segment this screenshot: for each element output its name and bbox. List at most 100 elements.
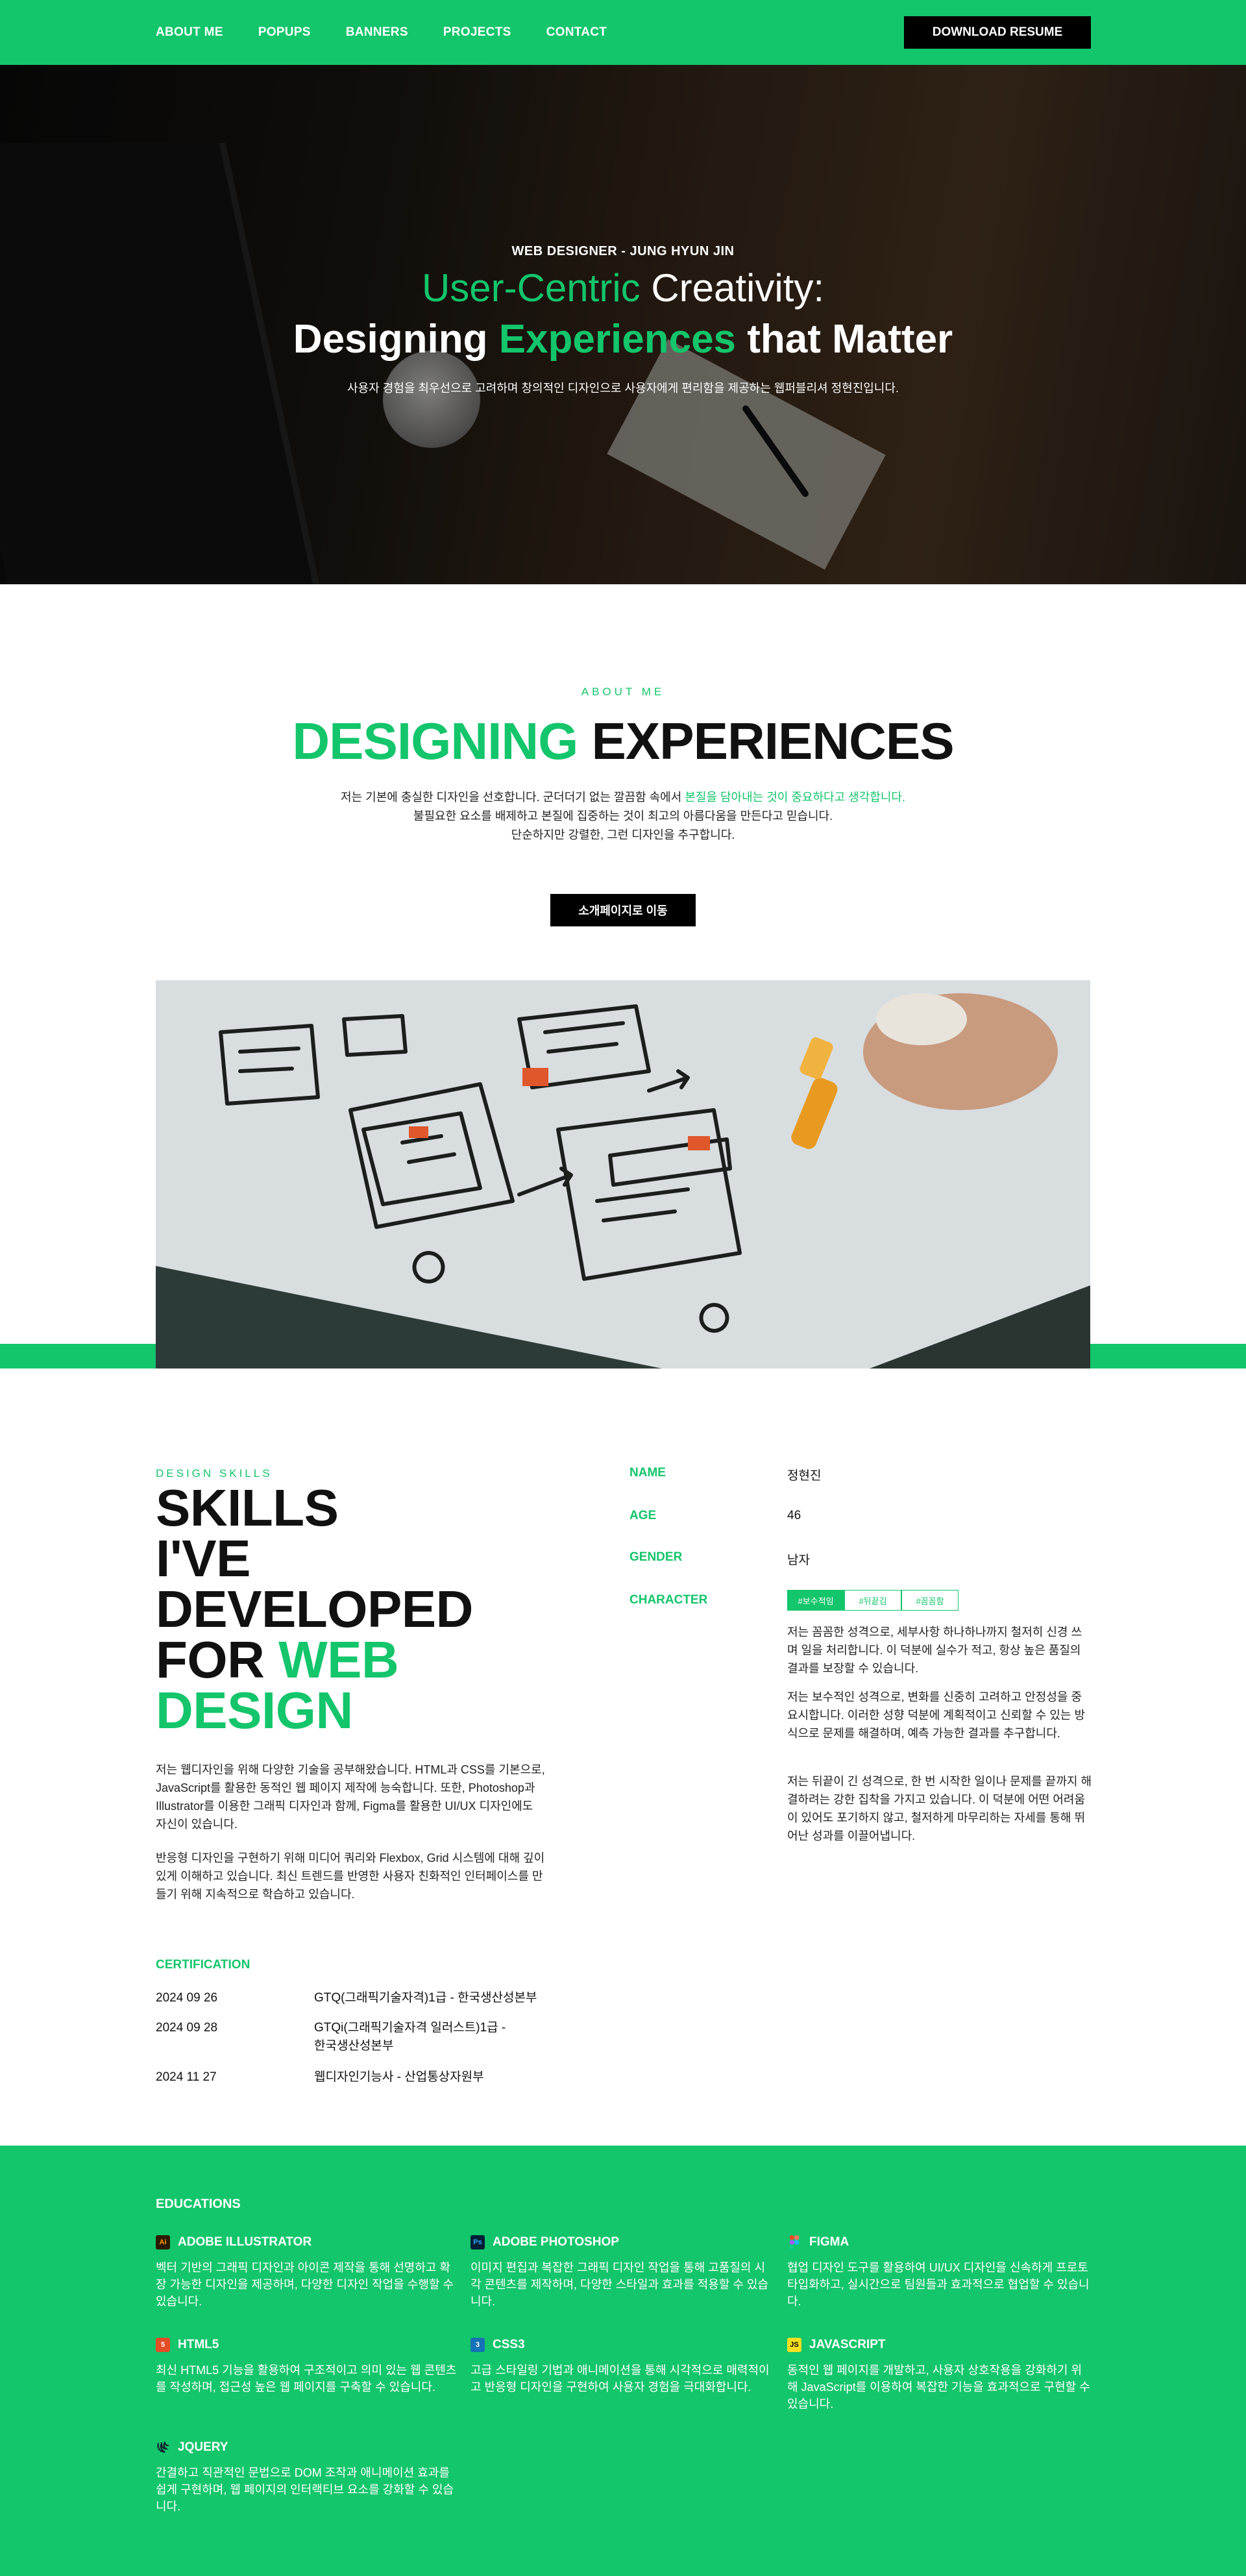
certification-row: 2024 09 26 GTQ(그래픽기술자격)1급 - 한국생산성본부 bbox=[156, 1989, 571, 2007]
education-title-row: 3 CSS3 bbox=[470, 2336, 776, 2354]
education-desc: 이미지 편집과 복잡한 그래픽 디자인 작업을 통해 고품질의 시각 콘텐츠를 … bbox=[470, 2261, 769, 2308]
character-label: CHARACTER bbox=[629, 1593, 708, 1607]
education-item: FIGMA 협업 디자인 도구를 활용하여 UI/UX 디자인을 신속하게 프로… bbox=[787, 2233, 1092, 2310]
certification-heading: CERTIFICATION bbox=[156, 1958, 250, 1972]
skills-title-line: DEVELOPED bbox=[156, 1580, 473, 1638]
figma-icon bbox=[787, 2235, 801, 2249]
education-item: JQUERY 간결하고 직관적인 문법으로 DOM 조작과 애니메이션 효과를 … bbox=[156, 2438, 461, 2515]
certification-row: 2024 11 27 웹디자인기능사 - 산업통상자원부 bbox=[156, 2068, 571, 2087]
name-value: 정현진 bbox=[787, 1469, 822, 1483]
education-desc: 간결하고 직관적인 문법으로 DOM 조작과 애니메이션 효과를 쉽게 구현하며… bbox=[156, 2466, 454, 2513]
age-value: 46 bbox=[787, 1509, 801, 1522]
education-item: Ps ADOBE PHOTOSHOP 이미지 편집과 복잡한 그래픽 디자인 작업… bbox=[470, 2233, 776, 2310]
education-title-row: 5 HTML5 bbox=[156, 2336, 461, 2354]
about-title-highlight: DESIGNING bbox=[292, 712, 578, 770]
nav-link-popups[interactable]: POPUPS bbox=[258, 25, 311, 40]
nav-link-about-me[interactable]: ABOUT ME bbox=[156, 25, 223, 40]
educations-heading: EDUCATIONS bbox=[156, 2197, 241, 2211]
education-title: JQUERY bbox=[178, 2440, 228, 2454]
about-title-rest: EXPERIENCES bbox=[578, 712, 955, 770]
education-item: JS JAVASCRIPT 동적인 웹 페이지를 개발하고, 사용자 상호작용을 … bbox=[787, 2336, 1092, 2412]
about-desc-line2: 불필요한 요소를 배제하고 본질에 집중하는 것이 최고의 아름다움을 만든다고… bbox=[413, 810, 833, 823]
skills-title-for: FOR bbox=[156, 1631, 279, 1689]
character-paragraph-3: 저는 뒤끝이 긴 성격으로, 한 번 시작한 일이나 문제를 끝까지 해결하려는… bbox=[787, 1775, 1092, 1842]
education-title: HTML5 bbox=[178, 2338, 219, 2351]
about-description: 저는 기본에 충실한 디자인을 선호합니다. 군더더기 없는 깔끔함 속에서 본… bbox=[0, 788, 1246, 845]
education-title-row: FIGMA bbox=[787, 2233, 1092, 2251]
character-tabs: #보수적임 #뒤끝김 #꼼꼼함 bbox=[787, 1590, 959, 1611]
skills-paragraph-2: 반응형 디자인을 구현하기 위해 미디어 쿼리와 Flexbox, Grid 시… bbox=[156, 1852, 545, 1901]
gender-label: GENDER bbox=[629, 1550, 683, 1564]
hero-description: 사용자 경험을 최우선으로 고려하며 창의적인 디자인으로 사용자에게 편리함을… bbox=[347, 382, 899, 395]
hero-heading2-highlight: Experiences bbox=[498, 317, 737, 362]
css3-icon: 3 bbox=[470, 2338, 485, 2352]
age-label: AGE bbox=[629, 1509, 657, 1522]
education-title: CSS3 bbox=[493, 2338, 525, 2351]
hero-heading-line2: Designing Experiences that Matter bbox=[0, 316, 1246, 364]
hero-subtitle: WEB DESIGNER - JUNG HYUN JIN bbox=[511, 244, 735, 258]
character-tab-conservative[interactable]: #보수적임 bbox=[787, 1590, 844, 1611]
character-paragraph-1: 저는 꼼꼼한 성격으로, 세부사항 하나하나까지 철저히 신경 쓰며 일을 처리… bbox=[787, 1626, 1082, 1675]
skills-title-design: DESIGN bbox=[156, 1681, 353, 1739]
education-desc: 협업 디자인 도구를 활용하여 UI/UX 디자인을 신속하게 프로토타입화하고… bbox=[787, 2261, 1090, 2308]
cert-date: 2024 11 27 bbox=[156, 2070, 217, 2084]
skills-eyebrow: DESIGN SKILLS bbox=[156, 1467, 273, 1480]
education-item: 3 CSS3 고급 스타일링 기법과 애니메이션을 통해 시각적으로 매력적이고 … bbox=[470, 2336, 776, 2396]
about-desc-highlight: 본질을 담아내는 것이 중요하다고 생각합니다. bbox=[685, 791, 905, 804]
nav-link-projects[interactable]: PROJECTS bbox=[443, 25, 511, 40]
education-title: FIGMA bbox=[809, 2235, 849, 2249]
character-tab-meticulous[interactable]: #꼼꼼함 bbox=[901, 1590, 959, 1611]
education-desc: 벡터 기반의 그래픽 디자인과 아이콘 제작을 통해 선명하고 확장 가능한 디… bbox=[156, 2261, 454, 2308]
skills-title-line: I'VE bbox=[156, 1530, 250, 1587]
nav-link-banners[interactable]: BANNERS bbox=[346, 25, 408, 40]
about-desc-line3: 단순하지만 강렬한, 그런 디자인을 추구합니다. bbox=[511, 828, 735, 841]
education-item: Ai ADOBE ILLUSTRATOR 벡터 기반의 그래픽 디자인과 아이콘 … bbox=[156, 2233, 461, 2310]
education-desc: 동적인 웹 페이지를 개발하고, 사용자 상호작용을 강화하기 위해 JavaS… bbox=[787, 2364, 1090, 2410]
illustrator-icon: Ai bbox=[156, 2235, 170, 2249]
about-eyebrow: ABOUT ME bbox=[581, 686, 665, 698]
nav-links: ABOUT ME POPUPS BANNERS PROJECTS CONTACT bbox=[156, 0, 607, 65]
cert-name: 웹디자인기능사 - 산업통상자원부 bbox=[314, 2070, 484, 2084]
cert-name: GTQ(그래픽기술자격)1급 - 한국생산성본부 bbox=[314, 1991, 537, 2005]
javascript-icon: JS bbox=[787, 2338, 801, 2352]
wireframe-sketch-image bbox=[156, 980, 1090, 1368]
hero-heading-rest: Creativity: bbox=[640, 266, 825, 310]
education-title-row: JQUERY bbox=[156, 2438, 461, 2457]
jquery-icon bbox=[156, 2440, 170, 2455]
certification-row: 2024 09 28 GTQi(그래픽기술자격 일러스트)1급 - 한국생산성본… bbox=[156, 2019, 571, 2055]
gender-value: 남자 bbox=[787, 1554, 810, 1567]
about-desc-line1: 저는 기본에 충실한 디자인을 선호합니다. 군더더기 없는 깔끔함 속에서 본… bbox=[0, 788, 1246, 807]
skills-title: SKILLS I'VE DEVELOPED FOR WEB DESIGN bbox=[156, 1479, 473, 1739]
skills-paragraph-1: 저는 웹디자인을 위해 다양한 기술을 공부해왔습니다. HTML과 CSS를 … bbox=[156, 1763, 545, 1831]
education-desc: 고급 스타일링 기법과 애니메이션을 통해 시각적으로 매력적이고 반응형 디자… bbox=[470, 2364, 770, 2394]
education-title-row: Ps ADOBE PHOTOSHOP bbox=[470, 2233, 776, 2251]
hero-section: WEB DESIGNER - JUNG HYUN JIN User-Centri… bbox=[0, 65, 1246, 584]
education-title: ADOBE PHOTOSHOP bbox=[493, 2235, 619, 2249]
character-tab-persistent[interactable]: #뒤끝김 bbox=[844, 1590, 901, 1611]
about-desc-text: 저는 기본에 충실한 디자인을 선호합니다. 군더더기 없는 깔끔함 속에서 bbox=[341, 791, 685, 804]
cert-name: GTQi(그래픽기술자격 일러스트)1급 - 한국생산성본부 bbox=[314, 2021, 506, 2053]
download-resume-button[interactable]: DOWNLOAD RESUME bbox=[904, 16, 1091, 49]
skills-title-line: FOR WEB bbox=[156, 1634, 473, 1686]
cert-date: 2024 09 26 bbox=[156, 1991, 218, 2005]
education-title: ADOBE ILLUSTRATOR bbox=[178, 2235, 312, 2249]
html5-icon: 5 bbox=[156, 2338, 170, 2352]
hero-heading-highlight: User-Centric bbox=[421, 266, 641, 310]
name-label: NAME bbox=[629, 1466, 666, 1480]
skills-title-line: SKILLS bbox=[156, 1479, 339, 1537]
education-item: 5 HTML5 최신 HTML5 기능을 활용하여 구조적이고 의미 있는 웹 콘… bbox=[156, 2336, 461, 2396]
education-title: JAVASCRIPT bbox=[809, 2338, 886, 2351]
education-title-row: Ai ADOBE ILLUSTRATOR bbox=[156, 2233, 461, 2251]
education-desc: 최신 HTML5 기능을 활용하여 구조적이고 의미 있는 웹 콘텐츠를 작성하… bbox=[156, 2364, 457, 2394]
intro-page-button[interactable]: 소개페이지로 이동 bbox=[550, 894, 696, 926]
hero-heading2-a: Designing bbox=[293, 317, 499, 362]
about-title: DESIGNING EXPERIENCES bbox=[0, 709, 1246, 774]
skills-title-web: WEB bbox=[278, 1631, 399, 1689]
hero-heading2-b: that Matter bbox=[736, 317, 953, 362]
cert-date: 2024 09 28 bbox=[156, 2021, 218, 2035]
photoshop-icon: Ps bbox=[470, 2235, 485, 2249]
top-nav: ABOUT ME POPUPS BANNERS PROJECTS CONTACT… bbox=[0, 0, 1246, 65]
hero-heading-line1: User-Centric Creativity: bbox=[0, 265, 1246, 312]
education-title-row: JS JAVASCRIPT bbox=[787, 2336, 1092, 2354]
nav-link-contact[interactable]: CONTACT bbox=[546, 25, 607, 40]
